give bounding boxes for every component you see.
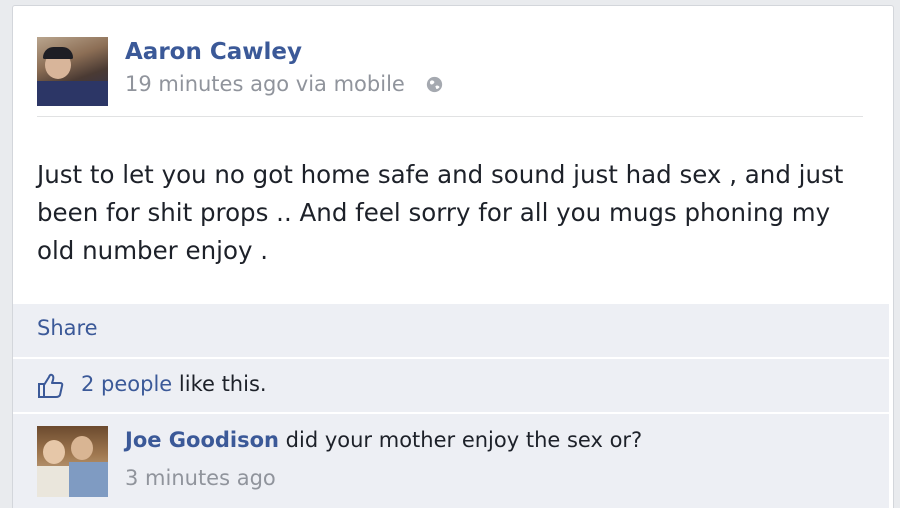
comment-timestamp[interactable]: 3 minutes ago	[125, 466, 276, 490]
avatar-body-shape	[37, 81, 108, 106]
likes-count-link[interactable]: 2 people	[81, 372, 172, 396]
post-timestamp[interactable]: 19 minutes ago via mobile	[125, 72, 405, 96]
likes-row: 2 people like this.	[13, 357, 889, 412]
comment-item: Joe Goodison did your mother enjoy the s…	[13, 412, 889, 508]
post-author-name[interactable]: Aaron Cawley	[125, 39, 302, 65]
share-row: Share	[13, 304, 889, 357]
post-body-text: Just to let you no got home safe and sou…	[37, 160, 844, 265]
header-divider	[37, 116, 863, 117]
post-meta: 19 minutes ago via mobile	[125, 72, 443, 96]
commenter-name[interactable]: Joe Goodison	[125, 428, 279, 452]
comment-line: Joe Goodison did your mother enjoy the s…	[125, 428, 642, 452]
avatar-head2-shape	[71, 436, 93, 460]
avatar-cap-shape	[43, 47, 73, 59]
avatar-person1-shape	[37, 466, 71, 497]
post-card: Aaron Cawley 19 minutes ago via mobile J…	[12, 5, 894, 508]
comment-text: did your mother enjoy the sex or?	[279, 428, 643, 452]
avatar-person2-shape	[69, 462, 108, 497]
globe-icon[interactable]	[426, 76, 443, 93]
likes-suffix: like this.	[172, 372, 267, 396]
commenter-avatar[interactable]	[37, 426, 108, 497]
avatar-head1-shape	[43, 440, 65, 464]
thumbs-up-icon[interactable]	[37, 373, 65, 399]
share-link[interactable]: Share	[37, 316, 98, 340]
author-avatar[interactable]	[37, 37, 108, 106]
post-footer: Share 2 people like this. Joe Goodison d…	[13, 304, 889, 508]
likes-summary: 2 people like this.	[81, 372, 267, 396]
